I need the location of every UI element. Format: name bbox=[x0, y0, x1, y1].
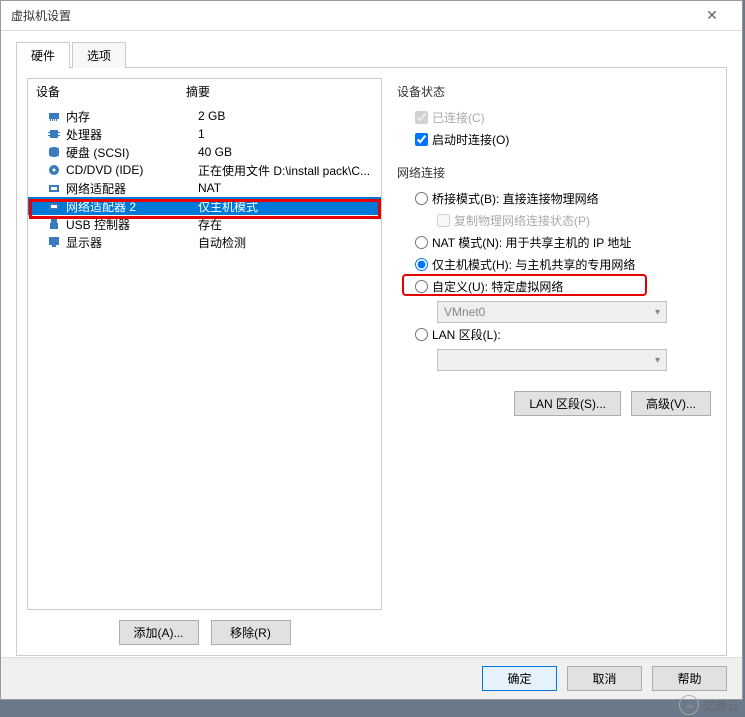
custom-vmnet-row: VMnet0 ▾ bbox=[415, 301, 711, 323]
right-buttons: LAN 区段(S)... 高级(V)... bbox=[397, 391, 711, 416]
tab-content: 设备 摘要 内存2 GB处理器1硬盘 (SCSI)40 GBCD/DVD (ID… bbox=[16, 68, 727, 656]
list-header: 设备 摘要 bbox=[28, 79, 381, 105]
radio-nat-label: NAT 模式(N): 用于共享主机的 IP 地址 bbox=[432, 234, 631, 251]
ok-button[interactable]: 确定 bbox=[482, 666, 557, 691]
list-item[interactable]: 网络适配器NAT bbox=[28, 179, 381, 197]
device-name: 硬盘 (SCSI) bbox=[66, 144, 198, 161]
list-item[interactable]: 处理器1 bbox=[28, 125, 381, 143]
chk-replicate: 复制物理网络连接状态(P) bbox=[415, 209, 711, 231]
device-name: 网络适配器 2 bbox=[66, 198, 198, 215]
device-summary: NAT bbox=[198, 181, 375, 195]
disk-icon bbox=[46, 144, 62, 160]
remove-button[interactable]: 移除(R) bbox=[211, 620, 291, 645]
dropdown-lan-segment: ▾ bbox=[437, 349, 667, 371]
dialog-body: 硬件 选项 设备 摘要 内存2 GB处理器1硬盘 (SCSI)40 GBCD/D… bbox=[1, 31, 742, 656]
display-icon bbox=[46, 234, 62, 250]
group-device-status: 设备状态 已连接(C) 启动时连接(O) bbox=[397, 83, 711, 150]
close-icon[interactable]: ✕ bbox=[692, 7, 732, 24]
group-network: 网络连接 桥接模式(B): 直接连接物理网络 复制物理网络连接状态(P) bbox=[397, 164, 711, 371]
watermark: ☁ 亿速云 bbox=[679, 695, 739, 715]
status-title: 设备状态 bbox=[397, 83, 711, 100]
dropdown-vmnet-value: VMnet0 bbox=[444, 305, 485, 319]
chevron-down-icon: ▾ bbox=[655, 355, 660, 366]
header-summary: 摘要 bbox=[186, 83, 373, 100]
list-item[interactable]: 硬盘 (SCSI)40 GB bbox=[28, 143, 381, 161]
list-item[interactable]: 网络适配器 2仅主机模式 bbox=[28, 197, 381, 215]
device-name: 网络适配器 bbox=[66, 180, 198, 197]
watermark-text: 亿速云 bbox=[703, 697, 739, 714]
device-summary: 40 GB bbox=[198, 145, 375, 159]
nic-icon bbox=[46, 180, 62, 196]
list-rows: 内存2 GB处理器1硬盘 (SCSI)40 GBCD/DVD (IDE)正在使用… bbox=[28, 105, 381, 253]
chk-connect-poweron[interactable]: 启动时连接(O) bbox=[415, 128, 711, 150]
radio-bridged-label: 桥接模式(B): 直接连接物理网络 bbox=[432, 190, 599, 207]
radio-lan-segment[interactable]: LAN 区段(L): bbox=[415, 323, 711, 345]
radio-bridged-input[interactable] bbox=[415, 192, 428, 205]
chk-replicate-label: 复制物理网络连接状态(P) bbox=[454, 212, 590, 229]
device-summary: 正在使用文件 D:\install pack\C... bbox=[198, 162, 375, 179]
cpu-icon bbox=[46, 126, 62, 142]
radio-lan-segment-input[interactable] bbox=[415, 328, 428, 341]
lan-segments-button[interactable]: LAN 区段(S)... bbox=[514, 391, 621, 416]
device-name: 处理器 bbox=[66, 126, 198, 143]
tab-options[interactable]: 选项 bbox=[72, 42, 126, 68]
tab-hardware[interactable]: 硬件 bbox=[16, 42, 70, 68]
device-summary: 存在 bbox=[198, 216, 375, 233]
list-item[interactable]: 显示器自动检测 bbox=[28, 233, 381, 251]
radio-bridged[interactable]: 桥接模式(B): 直接连接物理网络 bbox=[415, 187, 711, 209]
advanced-button[interactable]: 高级(V)... bbox=[631, 391, 711, 416]
titlebar: 虚拟机设置 ✕ bbox=[1, 1, 742, 31]
dropdown-vmnet: VMnet0 ▾ bbox=[437, 301, 667, 323]
radio-hostonly[interactable]: 仅主机模式(H): 与主机共享的专用网络 bbox=[415, 253, 711, 275]
window-title: 虚拟机设置 bbox=[11, 7, 692, 24]
device-name: CD/DVD (IDE) bbox=[66, 163, 198, 177]
help-button[interactable]: 帮助 bbox=[652, 666, 727, 691]
device-name: 内存 bbox=[66, 108, 198, 125]
chk-replicate-input bbox=[437, 214, 450, 227]
lan-segment-row: ▾ bbox=[415, 349, 711, 371]
device-summary: 2 GB bbox=[198, 109, 375, 123]
device-name: 显示器 bbox=[66, 234, 198, 251]
radio-lan-segment-label: LAN 区段(L): bbox=[432, 326, 501, 343]
chk-connect-poweron-input[interactable] bbox=[415, 133, 428, 146]
device-summary: 1 bbox=[198, 127, 375, 141]
right-panel: 设备状态 已连接(C) 启动时连接(O) 网络连接 bbox=[392, 78, 716, 645]
footer: 确定 取消 帮助 bbox=[1, 657, 742, 699]
red-highlight-radio bbox=[402, 274, 647, 296]
chk-connected-label: 已连接(C) bbox=[432, 109, 485, 126]
net-title: 网络连接 bbox=[397, 164, 711, 181]
chevron-down-icon: ▾ bbox=[655, 307, 660, 318]
device-summary: 仅主机模式 bbox=[198, 198, 375, 215]
cloud-icon: ☁ bbox=[679, 695, 699, 715]
chk-connected-input bbox=[415, 111, 428, 124]
usb-icon bbox=[46, 216, 62, 232]
list-item[interactable]: 内存2 GB bbox=[28, 107, 381, 125]
memory-icon bbox=[46, 108, 62, 124]
device-buttons: 添加(A)... 移除(R) bbox=[27, 610, 382, 645]
tab-strip: 硬件 选项 bbox=[16, 41, 727, 68]
left-panel: 设备 摘要 内存2 GB处理器1硬盘 (SCSI)40 GBCD/DVD (ID… bbox=[27, 78, 382, 645]
add-button[interactable]: 添加(A)... bbox=[119, 620, 199, 645]
header-device: 设备 bbox=[36, 83, 186, 100]
radio-nat[interactable]: NAT 模式(N): 用于共享主机的 IP 地址 bbox=[415, 231, 711, 253]
device-name: USB 控制器 bbox=[66, 216, 198, 233]
device-list: 设备 摘要 内存2 GB处理器1硬盘 (SCSI)40 GBCD/DVD (ID… bbox=[27, 78, 382, 610]
vm-settings-dialog: 虚拟机设置 ✕ 硬件 选项 设备 摘要 内存2 GB处理器1硬盘 (SCSI)4… bbox=[0, 0, 743, 700]
device-summary: 自动检测 bbox=[198, 234, 375, 251]
radio-hostonly-label: 仅主机模式(H): 与主机共享的专用网络 bbox=[432, 256, 635, 273]
cd-icon bbox=[46, 162, 62, 178]
list-item[interactable]: USB 控制器存在 bbox=[28, 215, 381, 233]
chk-connect-poweron-label: 启动时连接(O) bbox=[432, 131, 509, 148]
radio-hostonly-input[interactable] bbox=[415, 258, 428, 271]
nic-icon bbox=[46, 198, 62, 214]
list-item[interactable]: CD/DVD (IDE)正在使用文件 D:\install pack\C... bbox=[28, 161, 381, 179]
cancel-button[interactable]: 取消 bbox=[567, 666, 642, 691]
radio-nat-input[interactable] bbox=[415, 236, 428, 249]
chk-connected: 已连接(C) bbox=[415, 106, 711, 128]
